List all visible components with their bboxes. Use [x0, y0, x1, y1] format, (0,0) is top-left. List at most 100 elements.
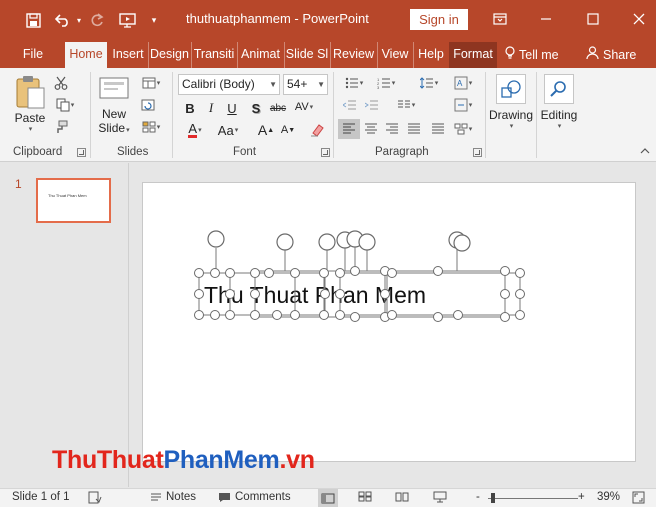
tab-animations[interactable]: Animat — [237, 42, 283, 68]
zoom-slider[interactable] — [488, 498, 578, 499]
align-right-icon[interactable] — [382, 119, 402, 139]
customize-qat-icon[interactable]: ▾ — [146, 8, 162, 32]
watermark-part: .vn — [279, 446, 315, 474]
pane-separator[interactable] — [128, 163, 129, 487]
powerpoint-window: ▾ ▾ thuthuatphanmem - PowerPoint Sign in… — [0, 0, 656, 507]
tab-file[interactable]: File — [14, 42, 52, 68]
redo-icon[interactable] — [88, 8, 106, 32]
drawing-button[interactable]: Drawing ▾ — [489, 74, 533, 144]
zoom-slider-thumb[interactable] — [491, 493, 495, 503]
share-button[interactable]: Share — [586, 42, 644, 68]
strikethrough-button[interactable]: abc — [266, 98, 290, 118]
zoom-level[interactable]: 39% — [597, 491, 620, 503]
editing-button[interactable]: Editing ▾ — [538, 74, 580, 144]
slide-show-icon[interactable] — [433, 491, 447, 503]
undo-icon[interactable] — [52, 8, 74, 32]
save-icon[interactable] — [22, 8, 44, 32]
comments-button[interactable]: Comments — [218, 491, 291, 503]
tab-format[interactable]: Format — [449, 42, 497, 68]
text-shadow-button[interactable]: S — [246, 98, 266, 118]
italic-button[interactable]: I — [201, 98, 221, 118]
slide-sorter-icon[interactable] — [358, 491, 372, 502]
tab-transitions[interactable]: Transiti — [191, 42, 236, 68]
tab-home[interactable]: Home — [65, 42, 107, 68]
slide-layout-icon[interactable]: ▾ — [138, 74, 164, 92]
paste-button[interactable]: Paste ▾ — [10, 74, 50, 140]
cut-icon[interactable] — [52, 74, 70, 92]
group-label-font: Font — [233, 146, 257, 158]
tab-help[interactable]: Help — [413, 42, 448, 68]
tab-design[interactable]: Design — [148, 42, 190, 68]
workspace: 1 Thu Thuat Phan Mem — [0, 163, 656, 487]
align-left-icon[interactable] — [338, 119, 360, 139]
group-separator — [90, 72, 91, 158]
clipboard-dialog-launcher[interactable] — [77, 148, 86, 157]
paste-dropdown-icon: ▾ — [28, 126, 33, 133]
font-name-combo[interactable]: Calibri (Body) ▼ — [178, 74, 280, 95]
font-dialog-launcher[interactable] — [321, 148, 330, 157]
new-slide-button[interactable]: New Slide▾ — [95, 74, 133, 140]
new-slide-label-2: Slide — [98, 121, 126, 135]
normal-view-icon[interactable] — [318, 489, 338, 507]
reading-view-icon[interactable] — [395, 491, 409, 502]
ribbon-home: Paste ▾ ▾ Clipboard New Slide▾ ▾ ▾ Slide… — [0, 68, 656, 162]
bullets-icon[interactable]: ▾ — [340, 74, 368, 92]
reset-slide-icon[interactable] — [138, 96, 158, 114]
close-icon[interactable] — [624, 6, 654, 32]
increase-indent-icon[interactable] — [362, 96, 382, 114]
columns-icon[interactable]: ▾ — [392, 96, 420, 114]
tab-view[interactable]: View — [377, 42, 412, 68]
slide-thumbnail[interactable]: Thu Thuat Phan Mem — [36, 178, 111, 223]
tell-me-search[interactable]: Tell me — [505, 42, 567, 68]
zoom-in-button[interactable]: + — [578, 491, 585, 503]
font-color-button[interactable]: A ▾ — [180, 120, 210, 140]
accessibility-icon[interactable] — [88, 491, 102, 504]
slide-text[interactable]: Thu Thuat Phan Mem — [204, 282, 426, 309]
font-size-combo[interactable]: 54+ ▼ — [283, 74, 328, 95]
editing-label: Editing — [540, 108, 578, 122]
watermark-part: Thu — [52, 446, 97, 474]
distributed-icon[interactable] — [428, 119, 448, 139]
text-direction-icon[interactable]: A ▾ — [450, 74, 476, 92]
line-spacing-icon[interactable]: ▾ — [415, 74, 443, 92]
decrease-indent-icon[interactable] — [340, 96, 360, 114]
change-case-button[interactable]: Aa ▾ — [213, 120, 243, 140]
grow-font-button[interactable]: A ▲ — [256, 120, 276, 140]
convert-to-smartart-icon[interactable]: ▾ — [450, 119, 476, 139]
collapse-ribbon-icon[interactable] — [638, 144, 652, 158]
character-spacing-label: AV — [294, 101, 309, 113]
format-painter-icon[interactable] — [52, 118, 70, 136]
slide-canvas[interactable] — [142, 182, 636, 462]
watermark-part: Phan — [163, 446, 224, 474]
minimize-icon[interactable] — [531, 6, 561, 32]
maximize-icon[interactable] — [578, 6, 608, 32]
sign-in-button[interactable]: Sign in — [410, 9, 468, 30]
bold-button[interactable]: B — [180, 98, 200, 118]
fit-to-window-icon[interactable] — [632, 491, 645, 504]
present-from-start-icon[interactable] — [116, 8, 138, 32]
tab-slide-show[interactable]: Slide Sl — [284, 42, 329, 68]
numbering-icon[interactable]: 1 2 3 ▾ — [372, 74, 400, 92]
align-text-icon[interactable]: ▾ — [450, 96, 476, 114]
notes-label: Notes — [166, 491, 197, 503]
align-center-icon[interactable] — [361, 119, 381, 139]
zoom-out-button[interactable]: - — [476, 491, 480, 503]
paragraph-dialog-launcher[interactable] — [473, 148, 482, 157]
title-bar: ▾ ▾ thuthuatphanmem - PowerPoint Sign in — [0, 0, 656, 40]
copy-icon[interactable]: ▾ — [52, 96, 78, 114]
ribbon-display-options-icon[interactable] — [485, 6, 515, 32]
chevron-down-icon: ▼ — [269, 80, 277, 89]
group-label-paragraph: Paragraph — [375, 146, 429, 158]
tab-review[interactable]: Review — [330, 42, 376, 68]
section-icon[interactable]: ▾ — [138, 118, 164, 136]
shrink-font-button[interactable]: A ▼ — [278, 120, 298, 140]
underline-button[interactable]: U — [222, 98, 242, 118]
justify-icon[interactable] — [404, 119, 424, 139]
clear-formatting-icon[interactable] — [307, 120, 327, 140]
undo-dropdown-icon[interactable]: ▾ — [74, 8, 84, 32]
character-spacing-button[interactable]: AV ▾ — [291, 97, 317, 117]
tab-insert[interactable]: Insert — [109, 42, 147, 68]
notes-button[interactable]: Notes — [150, 491, 196, 503]
change-case-label: Aa — [217, 122, 234, 138]
chevron-down-icon: ▾ — [557, 123, 562, 130]
